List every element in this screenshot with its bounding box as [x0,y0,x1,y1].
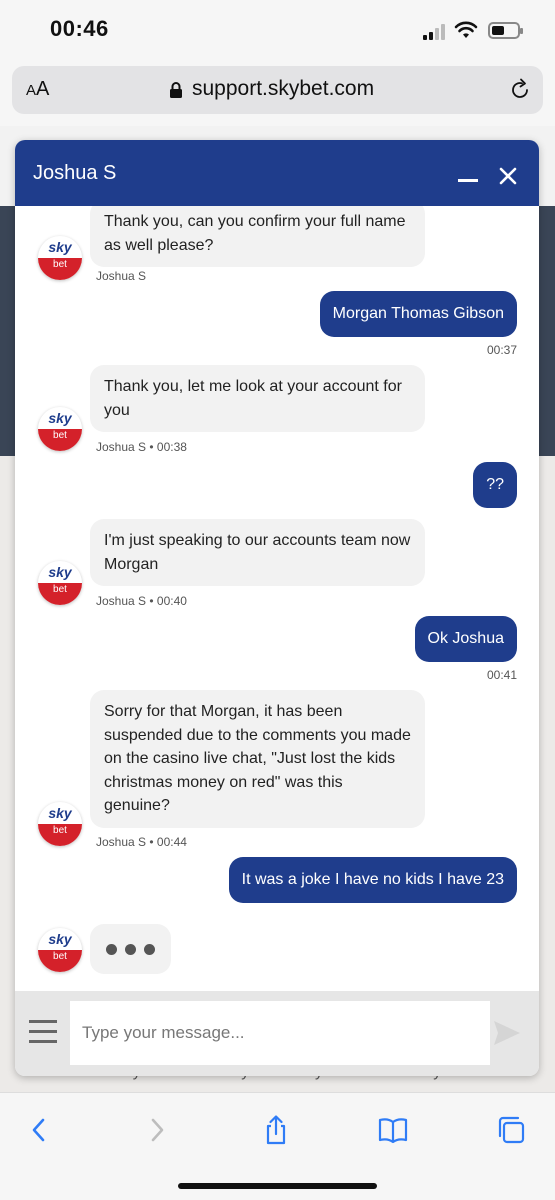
user-message: Morgan Thomas Gibson [319,291,517,337]
user-message-time: 00:37 [486,343,517,357]
url-text[interactable]: support.skybet.com [192,77,374,101]
typing-indicator [90,924,171,974]
agent-avatar: sky bet [38,561,82,605]
agent-message-meta: Joshua S [96,269,147,283]
user-message: It was a joke I have no kids I have 23 [228,857,517,903]
agent-avatar: sky bet [38,802,82,846]
lock-icon [170,82,182,98]
agent-message: I'm just speaking to our accounts team n… [90,519,425,586]
chat-header: Joshua S [15,140,539,206]
user-message: Ok Joshua [414,616,517,662]
message-composer [15,991,539,1076]
ios-top-chrome: 00:46 AA support.skybet.com [0,0,555,126]
menu-icon[interactable] [29,1020,57,1044]
live-chat-window: Joshua S Thank you, can you confirm your… [15,140,539,1076]
minimize-icon[interactable] [458,164,480,184]
user-message: ?? [473,462,517,508]
address-bar[interactable]: AA support.skybet.com [12,66,543,114]
close-icon[interactable] [499,167,517,185]
agent-message: Thank you, can you confirm your full nam… [90,206,425,267]
share-icon[interactable] [261,1115,291,1145]
agent-avatar: sky bet [38,928,82,972]
battery-icon [488,22,523,39]
message-list[interactable]: Thank you, can you confirm your full nam… [15,206,539,991]
agent-message-meta: Joshua S • 00:38 [96,440,187,454]
back-icon[interactable] [24,1115,54,1145]
agent-message: Thank you, let me look at your account f… [90,365,425,432]
text-size-button[interactable]: AA [26,78,49,101]
forward-icon[interactable] [142,1115,172,1145]
home-indicator [178,1183,377,1189]
agent-name: Joshua S [33,162,117,184]
bookmarks-icon[interactable] [378,1115,408,1145]
status-time: 00:46 [50,16,109,41]
reload-icon[interactable] [508,78,532,102]
signal-icon [423,24,449,40]
send-icon[interactable] [492,1019,522,1047]
user-message-time: 00:41 [486,668,517,682]
agent-message: Sorry for that Morgan, it has been suspe… [90,690,425,828]
wifi-icon [454,21,478,38]
message-input[interactable] [70,1001,490,1065]
agent-avatar: sky bet [38,407,82,451]
tabs-icon[interactable] [496,1115,526,1145]
agent-message-meta: Joshua S • 00:44 [96,835,187,849]
agent-message-meta: Joshua S • 00:40 [96,594,187,608]
agent-avatar: sky bet [38,236,82,280]
